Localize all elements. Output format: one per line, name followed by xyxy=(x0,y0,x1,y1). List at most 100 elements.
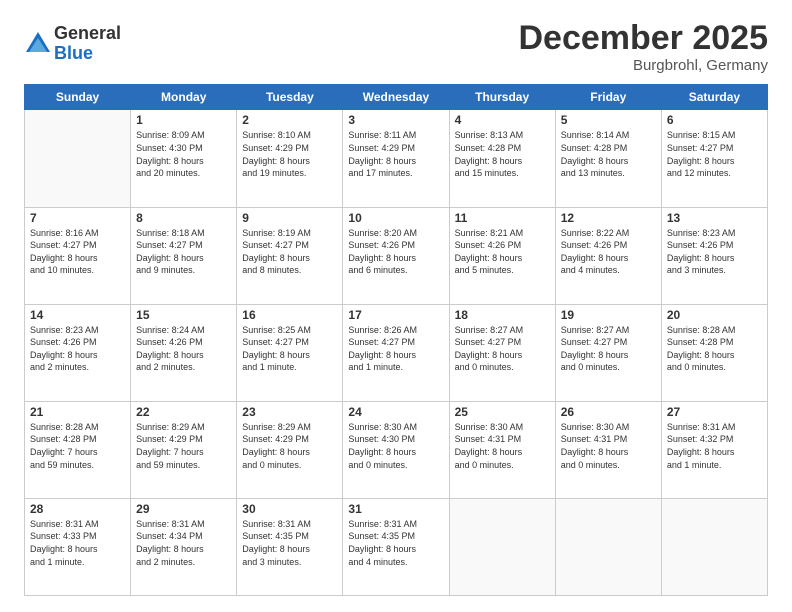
weekday-header-cell: Wednesday xyxy=(343,85,449,110)
day-info: Sunrise: 8:31 AMSunset: 4:35 PMDaylight:… xyxy=(242,518,337,568)
day-info: Sunrise: 8:31 AMSunset: 4:35 PMDaylight:… xyxy=(348,518,443,568)
day-number: 2 xyxy=(242,113,337,127)
day-info: Sunrise: 8:28 AMSunset: 4:28 PMDaylight:… xyxy=(667,324,762,374)
calendar-day-cell: 14 Sunrise: 8:23 AMSunset: 4:26 PMDayligh… xyxy=(25,304,131,401)
logo-blue: Blue xyxy=(54,44,121,64)
calendar-day-cell: 15 Sunrise: 8:24 AMSunset: 4:26 PMDayligh… xyxy=(131,304,237,401)
day-info: Sunrise: 8:26 AMSunset: 4:27 PMDaylight:… xyxy=(348,324,443,374)
calendar-day-cell: 22 Sunrise: 8:29 AMSunset: 4:29 PMDayligh… xyxy=(131,401,237,498)
calendar-table: SundayMondayTuesdayWednesdayThursdayFrid… xyxy=(24,84,768,596)
day-number: 11 xyxy=(455,211,550,225)
day-number: 1 xyxy=(136,113,231,127)
day-number: 17 xyxy=(348,308,443,322)
title-block: December 2025 Burgbrohl, Germany xyxy=(518,20,768,74)
day-info: Sunrise: 8:10 AMSunset: 4:29 PMDaylight:… xyxy=(242,129,337,179)
weekday-header-cell: Friday xyxy=(555,85,661,110)
calendar-day-cell: 5Sunrise: 8:14 AMSunset: 4:28 PMDaylight… xyxy=(555,110,661,207)
day-number: 30 xyxy=(242,502,337,516)
day-info: Sunrise: 8:09 AMSunset: 4:30 PMDaylight:… xyxy=(136,129,231,179)
day-number: 12 xyxy=(561,211,656,225)
day-info: Sunrise: 8:31 AMSunset: 4:34 PMDaylight:… xyxy=(136,518,231,568)
day-number: 3 xyxy=(348,113,443,127)
calendar-body: 1 Sunrise: 8:09 AMSunset: 4:30 PMDaylight… xyxy=(25,110,768,596)
day-number: 16 xyxy=(242,308,337,322)
month-title: December 2025 xyxy=(518,20,768,57)
calendar-week-row: 28 Sunrise: 8:31 AMSunset: 4:33 PMDayligh… xyxy=(25,498,768,595)
day-number: 22 xyxy=(136,405,231,419)
calendar-day-cell: 20 Sunrise: 8:28 AMSunset: 4:28 PMDayligh… xyxy=(661,304,767,401)
day-info: Sunrise: 8:11 AMSunset: 4:29 PMDaylight:… xyxy=(348,129,443,179)
day-info: Sunrise: 8:22 AMSunset: 4:26 PMDaylight:… xyxy=(561,227,656,277)
calendar-day-cell: 8Sunrise: 8:18 AMSunset: 4:27 PMDaylight… xyxy=(131,207,237,304)
day-info: Sunrise: 8:27 AMSunset: 4:27 PMDaylight:… xyxy=(561,324,656,374)
day-number: 27 xyxy=(667,405,762,419)
calendar-week-row: 14 Sunrise: 8:23 AMSunset: 4:26 PMDayligh… xyxy=(25,304,768,401)
calendar-day-cell xyxy=(661,498,767,595)
day-info: Sunrise: 8:31 AMSunset: 4:32 PMDaylight:… xyxy=(667,421,762,471)
weekday-header-row: SundayMondayTuesdayWednesdayThursdayFrid… xyxy=(25,85,768,110)
day-number: 29 xyxy=(136,502,231,516)
day-info: Sunrise: 8:30 AMSunset: 4:30 PMDaylight:… xyxy=(348,421,443,471)
weekday-header-cell: Saturday xyxy=(661,85,767,110)
calendar-day-cell: 3 Sunrise: 8:11 AMSunset: 4:29 PMDaylight… xyxy=(343,110,449,207)
day-number: 13 xyxy=(667,211,762,225)
calendar-day-cell: 30 Sunrise: 8:31 AMSunset: 4:35 PMDayligh… xyxy=(237,498,343,595)
day-number: 15 xyxy=(136,308,231,322)
location: Burgbrohl, Germany xyxy=(518,57,768,74)
day-number: 21 xyxy=(30,405,125,419)
day-info: Sunrise: 8:31 AMSunset: 4:33 PMDaylight:… xyxy=(30,518,125,568)
day-number: 18 xyxy=(455,308,550,322)
day-info: Sunrise: 8:20 AMSunset: 4:26 PMDaylight:… xyxy=(348,227,443,277)
calendar-day-cell: 16 Sunrise: 8:25 AMSunset: 4:27 PMDayligh… xyxy=(237,304,343,401)
calendar-day-cell: 4Sunrise: 8:13 AMSunset: 4:28 PMDaylight… xyxy=(449,110,555,207)
day-number: 20 xyxy=(667,308,762,322)
calendar-week-row: 21 Sunrise: 8:28 AMSunset: 4:28 PMDayligh… xyxy=(25,401,768,498)
logo: General Blue xyxy=(24,24,121,64)
day-number: 28 xyxy=(30,502,125,516)
day-info: Sunrise: 8:30 AMSunset: 4:31 PMDaylight:… xyxy=(455,421,550,471)
calendar-day-cell: 17 Sunrise: 8:26 AMSunset: 4:27 PMDayligh… xyxy=(343,304,449,401)
day-info: Sunrise: 8:27 AMSunset: 4:27 PMDaylight:… xyxy=(455,324,550,374)
logo-icon xyxy=(24,30,52,58)
calendar-day-cell: 13 Sunrise: 8:23 AMSunset: 4:26 PMDayligh… xyxy=(661,207,767,304)
day-info: Sunrise: 8:24 AMSunset: 4:26 PMDaylight:… xyxy=(136,324,231,374)
calendar-day-cell: 26Sunrise: 8:30 AMSunset: 4:31 PMDayligh… xyxy=(555,401,661,498)
day-info: Sunrise: 8:23 AMSunset: 4:26 PMDaylight:… xyxy=(667,227,762,277)
day-number: 24 xyxy=(348,405,443,419)
day-info: Sunrise: 8:15 AMSunset: 4:27 PMDaylight:… xyxy=(667,129,762,179)
calendar-day-cell: 1 Sunrise: 8:09 AMSunset: 4:30 PMDaylight… xyxy=(131,110,237,207)
calendar-day-cell xyxy=(449,498,555,595)
calendar-day-cell: 18 Sunrise: 8:27 AMSunset: 4:27 PMDayligh… xyxy=(449,304,555,401)
calendar-day-cell: 9Sunrise: 8:19 AMSunset: 4:27 PMDaylight… xyxy=(237,207,343,304)
day-info: Sunrise: 8:21 AMSunset: 4:26 PMDaylight:… xyxy=(455,227,550,277)
day-number: 8 xyxy=(136,211,231,225)
calendar-day-cell: 10 Sunrise: 8:20 AMSunset: 4:26 PMDayligh… xyxy=(343,207,449,304)
day-number: 23 xyxy=(242,405,337,419)
day-info: Sunrise: 8:23 AMSunset: 4:26 PMDaylight:… xyxy=(30,324,125,374)
calendar-day-cell: 21 Sunrise: 8:28 AMSunset: 4:28 PMDayligh… xyxy=(25,401,131,498)
day-info: Sunrise: 8:28 AMSunset: 4:28 PMDaylight:… xyxy=(30,421,125,471)
calendar-day-cell: 23 Sunrise: 8:29 AMSunset: 4:29 PMDayligh… xyxy=(237,401,343,498)
day-number: 4 xyxy=(455,113,550,127)
day-number: 19 xyxy=(561,308,656,322)
calendar-day-cell: 28 Sunrise: 8:31 AMSunset: 4:33 PMDayligh… xyxy=(25,498,131,595)
day-number: 5 xyxy=(561,113,656,127)
day-number: 14 xyxy=(30,308,125,322)
day-info: Sunrise: 8:16 AMSunset: 4:27 PMDaylight:… xyxy=(30,227,125,277)
weekday-header-cell: Tuesday xyxy=(237,85,343,110)
day-info: Sunrise: 8:30 AMSunset: 4:31 PMDaylight:… xyxy=(561,421,656,471)
calendar-week-row: 7 Sunrise: 8:16 AMSunset: 4:27 PMDaylight… xyxy=(25,207,768,304)
day-number: 9 xyxy=(242,211,337,225)
day-number: 25 xyxy=(455,405,550,419)
day-info: Sunrise: 8:29 AMSunset: 4:29 PMDaylight:… xyxy=(136,421,231,471)
day-number: 6 xyxy=(667,113,762,127)
calendar-day-cell: 12 Sunrise: 8:22 AMSunset: 4:26 PMDayligh… xyxy=(555,207,661,304)
day-info: Sunrise: 8:29 AMSunset: 4:29 PMDaylight:… xyxy=(242,421,337,471)
day-number: 7 xyxy=(30,211,125,225)
calendar-day-cell: 29 Sunrise: 8:31 AMSunset: 4:34 PMDayligh… xyxy=(131,498,237,595)
logo-general: General xyxy=(54,24,121,44)
weekday-header-cell: Monday xyxy=(131,85,237,110)
calendar-day-cell xyxy=(555,498,661,595)
day-info: Sunrise: 8:25 AMSunset: 4:27 PMDaylight:… xyxy=(242,324,337,374)
day-number: 10 xyxy=(348,211,443,225)
